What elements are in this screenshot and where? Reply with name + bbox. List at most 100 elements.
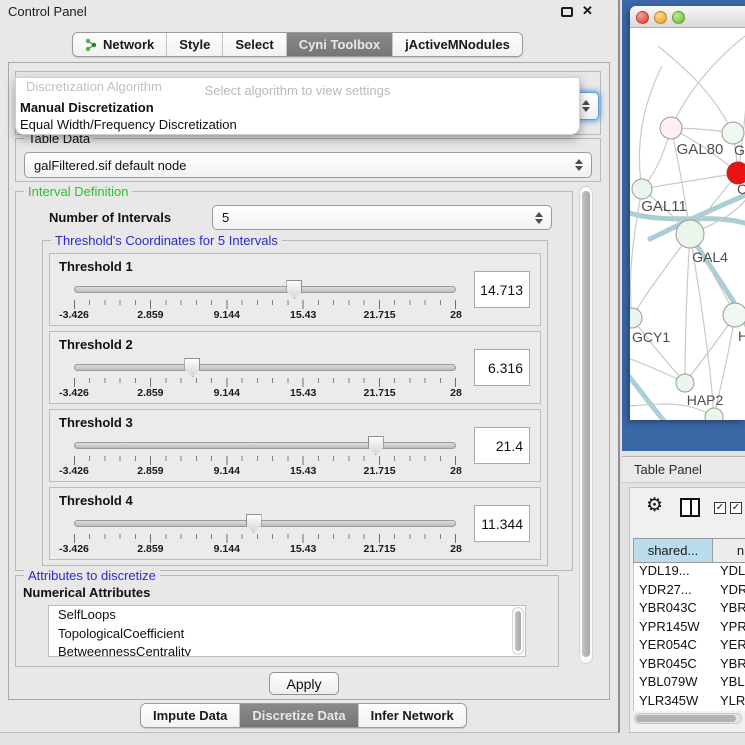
control-panel-titlebar[interactable]: Control Panel ✕	[0, 0, 618, 24]
thresholds-group: Threshold's Coordinates for 5 Intervals …	[42, 240, 548, 566]
tab-network-label: Network	[103, 37, 154, 52]
network-canvas[interactable]: GAL80 G. C GAL11 GAL4 GCY1 H HAP2	[630, 28, 745, 420]
node-gal4[interactable]	[676, 220, 704, 248]
slider-track[interactable]	[74, 520, 456, 527]
scrollbar-thumb[interactable]	[515, 611, 521, 651]
node-partial-top-right[interactable]	[722, 122, 744, 144]
checkbox-icon[interactable]: ✓	[714, 502, 726, 514]
node-gal11[interactable]	[632, 179, 652, 199]
panel-title: Control Panel	[8, 4, 87, 19]
tab-impute-data[interactable]: Impute Data	[141, 704, 240, 727]
numerical-attributes-list: SelfLoops TopologicalCoefficient Between…	[48, 605, 526, 657]
table-row[interactable]: YDL19...YDL1	[634, 563, 745, 582]
node-hap2[interactable]	[676, 374, 694, 392]
number-of-intervals-value: 5	[222, 210, 229, 225]
attributes-group: Attributes to discretize Numerical Attri…	[15, 575, 559, 667]
column-header-shared-name[interactable]: shared...	[633, 539, 713, 562]
threshold-slider[interactable]: -3.4262.859 9.14415.43 21.71528	[74, 510, 456, 558]
label-g-partial: G.	[734, 142, 745, 158]
table-row[interactable]: YPR145WYPR1	[634, 619, 745, 638]
scrollbar-thumb[interactable]	[636, 715, 736, 722]
table-body: YDL19...YDL1 YDR27...YDR2 YBR043CYBR0 YP…	[633, 563, 745, 711]
combo-stepper-icon[interactable]	[582, 100, 590, 112]
slider-thumb[interactable]	[368, 436, 384, 455]
combo-stepper-icon[interactable]	[535, 212, 543, 224]
threshold-value-field[interactable]: 11.344	[474, 505, 530, 542]
tab-network[interactable]: Network	[73, 33, 167, 56]
threshold-value-field[interactable]: 14.713	[474, 271, 530, 308]
slider-tick-labels: -3.4262.859 9.14415.43 21.71528	[74, 387, 456, 399]
interval-definition-group: Interval Definition Number of Intervals …	[15, 191, 573, 571]
threshold-slider[interactable]: -3.4262.859 9.14415.43 21.71528	[74, 432, 456, 480]
table-row[interactable]: YLR345WYLR3	[634, 693, 745, 712]
table-panel-titlebar[interactable]: Table Panel	[622, 456, 745, 483]
slider-thumb[interactable]	[286, 280, 302, 299]
node-h-partial[interactable]	[723, 303, 745, 327]
network-window-titlebar[interactable]	[630, 6, 745, 28]
node-partial-bottom[interactable]	[705, 408, 723, 420]
algorithm-dropdown-popup: Discretization Algorithm Select algorith…	[15, 77, 580, 135]
tab-select[interactable]: Select	[223, 33, 286, 56]
table-panel-title: Table Panel	[634, 462, 702, 477]
float-window-icon[interactable]	[561, 7, 573, 17]
list-vertical-scrollbar[interactable]	[512, 607, 524, 655]
tab-discretize-data[interactable]: Discretize Data	[240, 704, 358, 727]
table-row[interactable]: YDR27...YDR2	[634, 582, 745, 601]
slider-thumb[interactable]	[184, 358, 200, 377]
slider-track[interactable]	[74, 286, 456, 293]
option-manual-discretization[interactable]: Manual Discretization	[20, 100, 154, 115]
tab-cyni-toolbox[interactable]: Cyni Toolbox	[287, 33, 393, 56]
application-window: Control Panel ✕ Network Style Select Cyn…	[0, 0, 745, 745]
tab-style[interactable]: Style	[167, 33, 223, 56]
network-icon	[85, 38, 97, 52]
scrollbar-thumb[interactable]	[582, 191, 590, 657]
checkbox-icon[interactable]: ✓	[730, 502, 742, 514]
apply-button[interactable]: Apply	[269, 672, 339, 695]
zoom-traffic-light[interactable]	[672, 11, 685, 24]
split-columns-icon[interactable]	[680, 498, 700, 517]
threshold-panel-2: Threshold 2 -3.4262.859 9.14415.43 21.71…	[49, 331, 541, 404]
threshold-value-field[interactable]: 6.316	[474, 349, 530, 386]
list-item[interactable]: TopologicalCoefficient	[49, 625, 525, 644]
table-data-group: Table Data galFiltered.sif default node	[15, 138, 601, 182]
minimize-traffic-light[interactable]	[654, 11, 667, 24]
list-item[interactable]: BetweennessCentrality	[49, 643, 525, 657]
table-horizontal-scrollbar[interactable]	[634, 713, 742, 724]
label-h-partial: H	[738, 328, 745, 344]
threshold-value-field[interactable]: 21.4	[474, 427, 530, 464]
table-row[interactable]: YBL079WYBL0	[634, 674, 745, 693]
network-frame: GAL80 G. C GAL11 GAL4 GCY1 H HAP2	[622, 0, 745, 451]
close-traffic-light[interactable]	[636, 11, 649, 24]
gear-icon[interactable]: ⚙	[646, 494, 663, 517]
slider-tick-labels: -3.4262.859 9.14415.43 21.71528	[74, 465, 456, 477]
combo-stepper-icon[interactable]	[575, 159, 583, 171]
list-item[interactable]: SelfLoops	[49, 606, 525, 625]
threshold-label: Threshold 3	[59, 415, 133, 430]
tab-jactivemnodules[interactable]: jActiveMNodules	[393, 33, 522, 56]
thresholds-group-title: Threshold's Coordinates for 5 Intervals	[51, 233, 282, 248]
top-tab-bar: Network Style Select Cyni Toolbox jActiv…	[72, 32, 523, 57]
node-gal80[interactable]	[660, 117, 682, 139]
threshold-slider[interactable]: -3.4262.859 9.14415.43 21.71528	[74, 354, 456, 402]
threshold-panel-3: Threshold 3 -3.4262.859 9.14415.43 21.71…	[49, 409, 541, 482]
option-equal-width-frequency[interactable]: Equal Width/Frequency Discretization	[20, 117, 237, 132]
number-of-intervals-combobox[interactable]: 5	[212, 205, 552, 230]
slider-track[interactable]	[74, 442, 456, 449]
network-view-window: GAL80 G. C GAL11 GAL4 GCY1 H HAP2	[630, 6, 745, 420]
node-gcy1[interactable]	[630, 308, 642, 328]
table-row[interactable]: YBR045CYBR0	[634, 656, 745, 675]
algorithm-placeholder: Select algorithm to view settings	[16, 83, 579, 98]
tab-infer-network[interactable]: Infer Network	[359, 704, 466, 727]
table-row[interactable]: YER054CYER0	[634, 637, 745, 656]
column-header-name[interactable]: n	[713, 539, 745, 562]
close-icon[interactable]: ✕	[582, 3, 593, 19]
slider-track[interactable]	[74, 364, 456, 371]
table-row[interactable]: YBR043CYBR0	[634, 600, 745, 619]
slider-thumb[interactable]	[246, 514, 262, 533]
label-gal80: GAL80	[677, 141, 724, 158]
panel-vertical-scrollbar[interactable]	[579, 186, 593, 664]
table-data-combobox[interactable]: galFiltered.sif default node	[24, 152, 592, 178]
slider-tick-labels: -3.4262.859 9.14415.43 21.71528	[74, 543, 456, 555]
threshold-slider[interactable]: -3.4262.859 9.14415.43 21.71528	[74, 276, 456, 324]
threshold-panel-1: Threshold 1 -3.4262.859 9.14415.43 21.71…	[49, 253, 541, 326]
